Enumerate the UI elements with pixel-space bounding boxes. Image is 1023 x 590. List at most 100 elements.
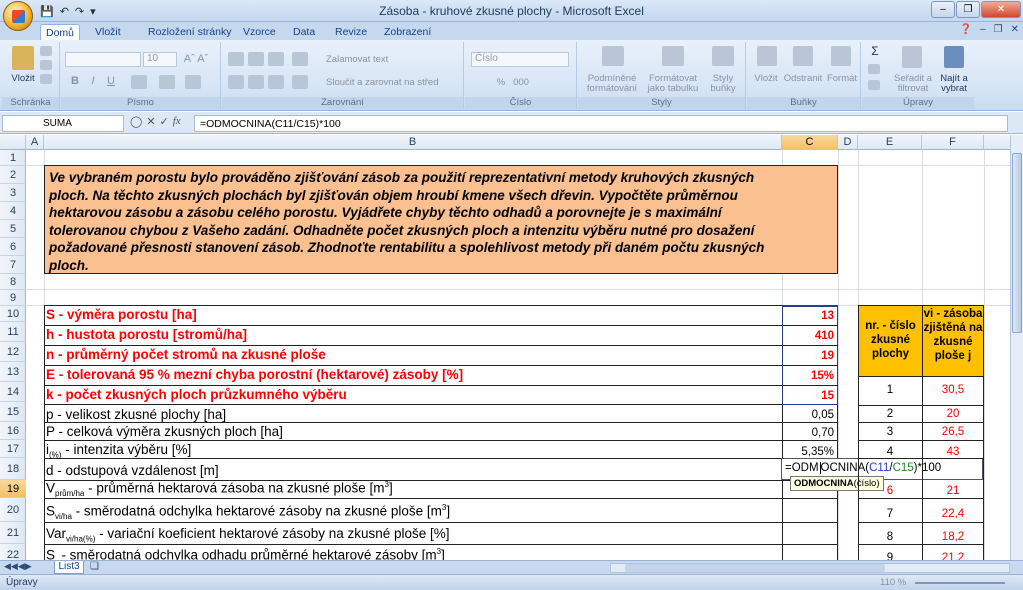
param-value[interactable]: 15% bbox=[781, 370, 836, 382]
sheet-nav-icon[interactable]: ◀◀◀▶ bbox=[4, 561, 32, 572]
row-header[interactable]: 6 bbox=[0, 238, 26, 256]
minimize-button[interactable]: – bbox=[931, 1, 955, 18]
cancel-icon[interactable]: ✕ bbox=[146, 115, 155, 128]
bold-button[interactable]: B bbox=[69, 76, 81, 87]
doc-close-button[interactable]: ✕ bbox=[1011, 24, 1019, 35]
column-header[interactable]: C bbox=[782, 135, 838, 150]
column-header[interactable]: A bbox=[26, 135, 44, 150]
help-icon[interactable]: ❓ bbox=[960, 24, 972, 35]
table-value[interactable]: 22,4 bbox=[922, 508, 984, 520]
table-value[interactable]: 43 bbox=[922, 446, 984, 458]
row-header[interactable]: 5 bbox=[0, 220, 26, 238]
param-value[interactable]: 410 bbox=[781, 330, 836, 342]
doc-minimize-button[interactable]: – bbox=[980, 24, 986, 35]
close-button[interactable]: ✕ bbox=[981, 1, 1021, 18]
format-table-icon[interactable] bbox=[662, 46, 684, 66]
table-nr[interactable]: 2 bbox=[858, 408, 922, 420]
align-top-icon[interactable] bbox=[228, 52, 244, 66]
thousands-button[interactable]: 000 bbox=[511, 78, 531, 88]
name-box[interactable]: SUMA bbox=[2, 115, 124, 132]
indent-icon[interactable] bbox=[292, 75, 308, 89]
calc-value[interactable]: 5,35% bbox=[781, 446, 836, 458]
align-left-icon[interactable] bbox=[228, 75, 244, 89]
cell-styles-button[interactable]: Styly buňky bbox=[704, 74, 742, 94]
row-header[interactable]: 11 bbox=[0, 322, 26, 342]
row-header[interactable]: 13 bbox=[0, 362, 26, 382]
sort-filter-button[interactable]: Seřadit a filtrovat bbox=[892, 74, 934, 94]
font-name-box[interactable] bbox=[65, 52, 141, 67]
align-middle-icon[interactable] bbox=[248, 52, 264, 66]
find-select-icon[interactable] bbox=[944, 46, 964, 68]
param-value[interactable]: 19 bbox=[781, 350, 836, 362]
conditional-format-icon[interactable] bbox=[602, 46, 624, 66]
insert-function-icon[interactable]: fx bbox=[173, 115, 181, 128]
border-icon[interactable] bbox=[131, 75, 147, 89]
font-color-icon[interactable] bbox=[185, 75, 201, 89]
autosum-icon[interactable]: Σ bbox=[868, 45, 882, 57]
vertical-scrollbar[interactable] bbox=[1010, 135, 1023, 560]
table-value[interactable]: 26,5 bbox=[922, 426, 984, 438]
row-header[interactable]: 17 bbox=[0, 440, 26, 458]
tab-page-layout[interactable]: Rozložení stránky bbox=[148, 24, 231, 40]
conditional-format-button[interactable]: Podmíněné formátování bbox=[580, 74, 644, 94]
row-header[interactable]: 9 bbox=[0, 290, 26, 306]
delete-cells-button[interactable]: Odstranit bbox=[781, 74, 825, 84]
sort-filter-icon[interactable] bbox=[902, 46, 922, 68]
row-header[interactable]: 7 bbox=[0, 256, 26, 274]
table-nr[interactable]: 4 bbox=[858, 446, 922, 458]
insert-cells-icon[interactable] bbox=[757, 46, 777, 66]
insert-cells-button[interactable]: Vložit bbox=[749, 74, 783, 84]
format-painter-icon[interactable] bbox=[40, 74, 52, 84]
table-nr[interactable]: 7 bbox=[858, 508, 922, 520]
copy-icon[interactable] bbox=[40, 60, 52, 70]
row-header[interactable]: 20 bbox=[0, 498, 26, 522]
row-header[interactable]: 19 bbox=[0, 480, 26, 498]
param-value[interactable]: 15 bbox=[781, 390, 836, 402]
row-header[interactable]: 12 bbox=[0, 342, 26, 362]
enter-icon[interactable]: ✓ bbox=[160, 115, 169, 128]
column-header[interactable]: E bbox=[858, 135, 922, 150]
scrollbar-thumb[interactable] bbox=[625, 564, 885, 572]
worksheet-grid[interactable]: Ve vybraném porostu bylo prováděno zjišť… bbox=[26, 150, 1010, 560]
clear-icon[interactable] bbox=[868, 80, 880, 90]
formula-input[interactable]: =ODMOCNINA(C11/C15)*100 bbox=[194, 115, 1008, 132]
row-header[interactable]: 4 bbox=[0, 202, 26, 220]
doc-restore-button[interactable]: ❐ bbox=[994, 24, 1003, 35]
zoom-level[interactable]: 110 % bbox=[880, 577, 906, 588]
fill-icon[interactable] bbox=[868, 64, 880, 74]
tab-view[interactable]: Zobrazení bbox=[384, 24, 431, 40]
zoom-slider[interactable] bbox=[915, 582, 1005, 584]
tab-home[interactable]: Domů bbox=[40, 24, 80, 41]
font-size-box[interactable]: 10 bbox=[143, 52, 177, 67]
number-format-select[interactable]: Číslo bbox=[471, 52, 569, 67]
table-value[interactable]: 21,2 bbox=[922, 552, 984, 560]
scrollbar-thumb[interactable] bbox=[1012, 153, 1022, 333]
restore-button[interactable]: ❐ bbox=[956, 1, 980, 18]
format-cells-icon[interactable] bbox=[831, 46, 851, 66]
tab-review[interactable]: Revize bbox=[335, 24, 367, 40]
format-cells-button[interactable]: Formát bbox=[825, 74, 859, 84]
table-nr[interactable]: 3 bbox=[858, 426, 922, 438]
row-header[interactable]: 16 bbox=[0, 422, 26, 440]
column-header[interactable]: D bbox=[838, 135, 858, 150]
select-all-button[interactable] bbox=[0, 135, 26, 150]
cell-styles-icon[interactable] bbox=[712, 46, 734, 66]
tab-formulas[interactable]: Vzorce bbox=[243, 24, 276, 40]
table-nr[interactable]: 8 bbox=[858, 531, 922, 543]
column-header[interactable]: F bbox=[922, 135, 984, 150]
row-header[interactable]: 21 bbox=[0, 522, 26, 544]
expand-icon[interactable]: ◯ bbox=[130, 115, 142, 128]
new-sheet-icon[interactable]: ❏ bbox=[90, 561, 99, 572]
table-value[interactable]: 18,2 bbox=[922, 531, 984, 543]
tab-data[interactable]: Data bbox=[293, 24, 315, 40]
horizontal-scrollbar[interactable] bbox=[610, 563, 1010, 573]
grow-shrink-font-icon[interactable]: Aˆ Aˇ bbox=[181, 54, 211, 65]
row-header[interactable]: 14 bbox=[0, 382, 26, 402]
align-bottom-icon[interactable] bbox=[268, 52, 284, 66]
table-value[interactable]: 21 bbox=[922, 485, 984, 497]
row-header[interactable]: 8 bbox=[0, 274, 26, 290]
paste-button[interactable]: Vložit bbox=[6, 74, 40, 84]
param-value[interactable]: 13 bbox=[781, 310, 836, 322]
table-nr[interactable]: 1 bbox=[858, 384, 922, 396]
find-select-button[interactable]: Najít a vybrat bbox=[934, 74, 974, 94]
